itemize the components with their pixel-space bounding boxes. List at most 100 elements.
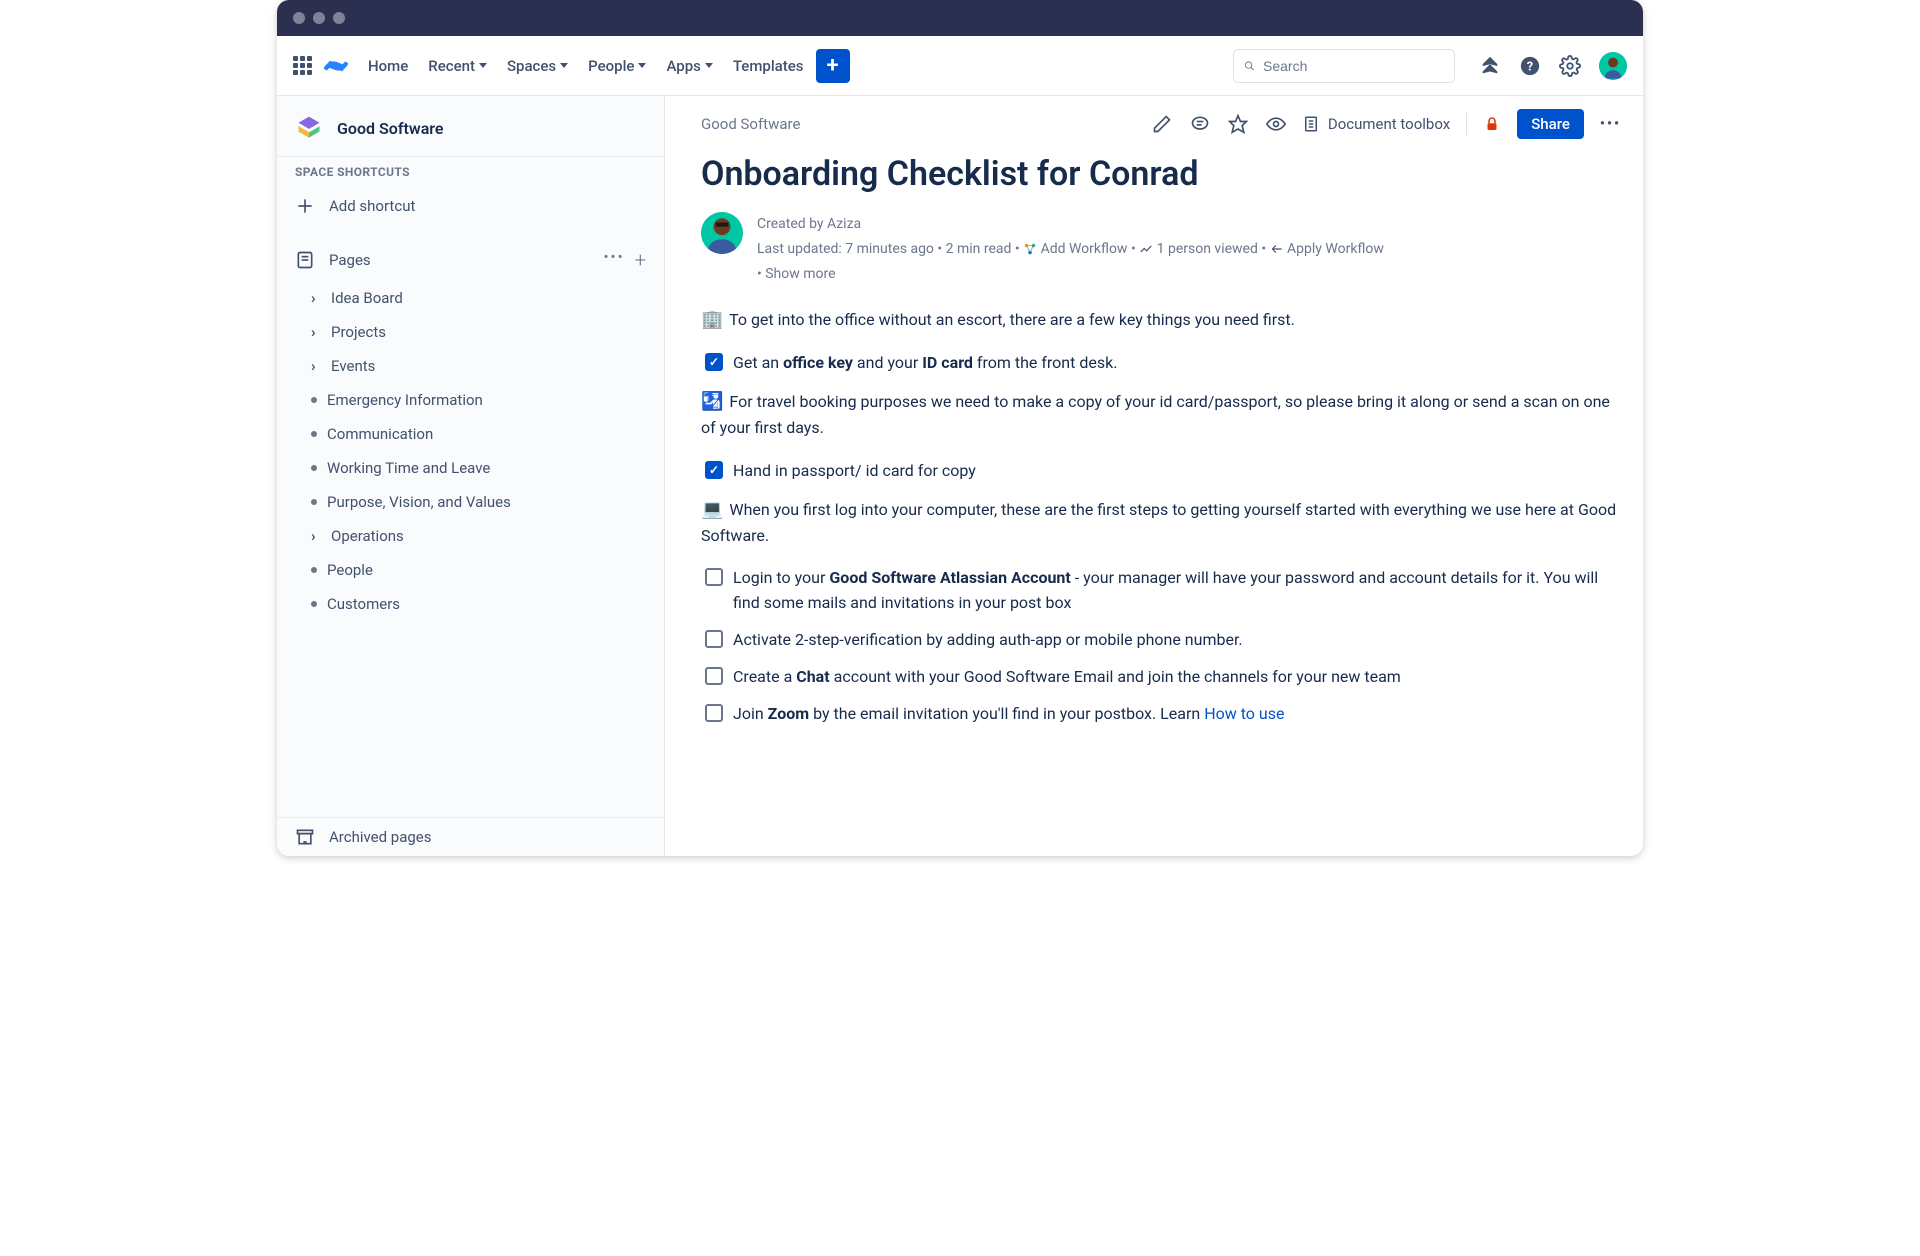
chevron-down-icon: [705, 63, 713, 68]
add-page-icon[interactable]: +: [635, 248, 646, 272]
bullet-icon: [311, 431, 317, 437]
chevron-right-icon: ›: [311, 289, 321, 307]
checkbox-unchecked[interactable]: [705, 667, 723, 685]
content-paragraph: 🛂 For travel booking purposes we need to…: [701, 388, 1621, 441]
share-button[interactable]: Share: [1517, 109, 1584, 139]
chevron-right-icon: ›: [311, 323, 321, 341]
add-shortcut-button[interactable]: Add shortcut: [277, 187, 664, 225]
sidebar-page-label: Projects: [331, 323, 386, 341]
checklist-item: Join Zoom by the email invitation you'll…: [705, 702, 1621, 727]
sidebar-page-item[interactable]: Emergency Information: [285, 383, 656, 417]
apply-workflow-link[interactable]: Apply Workflow: [1287, 241, 1384, 257]
page-icon: [295, 250, 315, 270]
add-workflow-link[interactable]: Add Workflow: [1041, 241, 1128, 257]
sidebar-page-item[interactable]: › Operations: [285, 519, 656, 553]
space-name: Good Software: [337, 119, 444, 138]
sidebar-page-label: Customers: [327, 595, 400, 613]
sidebar-page-item[interactable]: Customers: [285, 587, 656, 621]
plus-icon: [295, 196, 315, 216]
space-header[interactable]: Good Software: [277, 96, 664, 156]
how-to-use-link[interactable]: How to use: [1204, 704, 1284, 723]
nav-home[interactable]: Home: [368, 57, 408, 75]
bullet-icon: [311, 465, 317, 471]
checkbox-unchecked[interactable]: [705, 568, 723, 586]
page-title: Onboarding Checklist for Conrad: [701, 154, 1621, 194]
sidebar-page-label: Operations: [331, 527, 404, 545]
close-window-icon[interactable]: [293, 12, 305, 24]
search-icon: [1244, 58, 1255, 74]
sidebar-page-item[interactable]: › Idea Board: [285, 281, 656, 315]
nav-templates[interactable]: Templates: [733, 57, 804, 75]
minimize-window-icon[interactable]: [313, 12, 325, 24]
nav-recent[interactable]: Recent: [428, 57, 487, 75]
sidebar-page-item[interactable]: Working Time and Leave: [285, 451, 656, 485]
sidebar-page-label: Idea Board: [331, 289, 403, 307]
chevron-right-icon: ›: [311, 357, 321, 375]
checkbox-checked[interactable]: [705, 353, 723, 371]
pages-section-header[interactable]: Pages ••• +: [277, 239, 664, 281]
window-titlebar: [277, 0, 1643, 36]
sidebar-page-item[interactable]: Purpose, Vision, and Values: [285, 485, 656, 519]
apply-workflow-icon: [1270, 242, 1284, 256]
shortcuts-section-label: SPACE SHORTCUTS: [277, 156, 664, 187]
archive-icon: [295, 827, 315, 847]
sidebar-page-item[interactable]: People: [285, 553, 656, 587]
checkbox-unchecked[interactable]: [705, 630, 723, 648]
checklist-item: Get an office key and your ID card from …: [705, 351, 1621, 376]
sidebar-page-label: Events: [331, 357, 375, 375]
read-time-label: 2 min read: [946, 241, 1012, 257]
document-icon: [1302, 115, 1320, 133]
workflow-icon: [1023, 242, 1037, 256]
comment-icon[interactable]: [1190, 114, 1210, 134]
settings-icon[interactable]: [1559, 55, 1581, 77]
maximize-window-icon[interactable]: [333, 12, 345, 24]
space-logo-icon: [295, 114, 323, 142]
nav-people[interactable]: People: [588, 57, 646, 75]
breadcrumb[interactable]: Good Software: [701, 115, 800, 133]
checklist-item: Login to your Good Software Atlassian Ac…: [705, 566, 1621, 616]
checkbox-checked[interactable]: [705, 461, 723, 479]
svg-text:?: ?: [1527, 59, 1533, 74]
nav-spaces[interactable]: Spaces: [507, 57, 568, 75]
checkbox-unchecked[interactable]: [705, 704, 723, 722]
star-icon[interactable]: [1228, 114, 1248, 134]
sidebar-page-label: Emergency Information: [327, 391, 483, 409]
bullet-icon: [311, 499, 317, 505]
sidebar-page-item[interactable]: › Events: [285, 349, 656, 383]
bullet-icon: [311, 397, 317, 403]
restrictions-icon[interactable]: [1483, 115, 1501, 133]
watch-icon[interactable]: [1266, 114, 1286, 134]
nav-apps[interactable]: Apps: [666, 57, 712, 75]
viewed-label: 1 person viewed: [1157, 241, 1258, 257]
chevron-down-icon: [560, 63, 568, 68]
more-icon[interactable]: •••: [604, 248, 625, 272]
checklist-item: Hand in passport/ id card for copy: [705, 459, 1621, 484]
author-avatar[interactable]: [701, 212, 743, 254]
analytics-icon: [1139, 242, 1153, 256]
profile-avatar[interactable]: [1599, 52, 1627, 80]
office-emoji: 🏢: [701, 309, 723, 330]
bullet-icon: [311, 567, 317, 573]
sidebar-page-label: Purpose, Vision, and Values: [327, 493, 511, 511]
chevron-right-icon: ›: [311, 527, 321, 545]
help-icon[interactable]: ?: [1519, 55, 1541, 77]
app-switcher-icon[interactable]: [293, 56, 312, 75]
search-input[interactable]: [1233, 49, 1455, 83]
confluence-logo-icon[interactable]: [324, 54, 348, 78]
document-toolbox-button[interactable]: Document toolbox: [1302, 115, 1450, 133]
more-actions-icon[interactable]: •••: [1600, 116, 1621, 132]
sidebar-page-item[interactable]: › Projects: [285, 315, 656, 349]
archived-pages-button[interactable]: Archived pages: [277, 818, 664, 856]
content-paragraph: 🏢 To get into the office without an esco…: [701, 306, 1621, 334]
create-button[interactable]: +: [816, 49, 850, 83]
notifications-icon[interactable]: [1479, 55, 1501, 77]
sidebar-page-item[interactable]: Communication: [285, 417, 656, 451]
computer-emoji: 💻: [701, 499, 723, 520]
show-more-link[interactable]: Show more: [765, 266, 835, 282]
main-content: Good Software Document toolbox Share: [665, 96, 1643, 856]
divider: [1466, 113, 1467, 135]
content-paragraph: 💻 When you first log into your computer,…: [701, 496, 1621, 549]
edit-icon[interactable]: [1152, 114, 1172, 134]
chevron-down-icon: [638, 63, 646, 68]
page-metadata: Created by Aziza Last updated: 7 minutes…: [757, 212, 1384, 288]
